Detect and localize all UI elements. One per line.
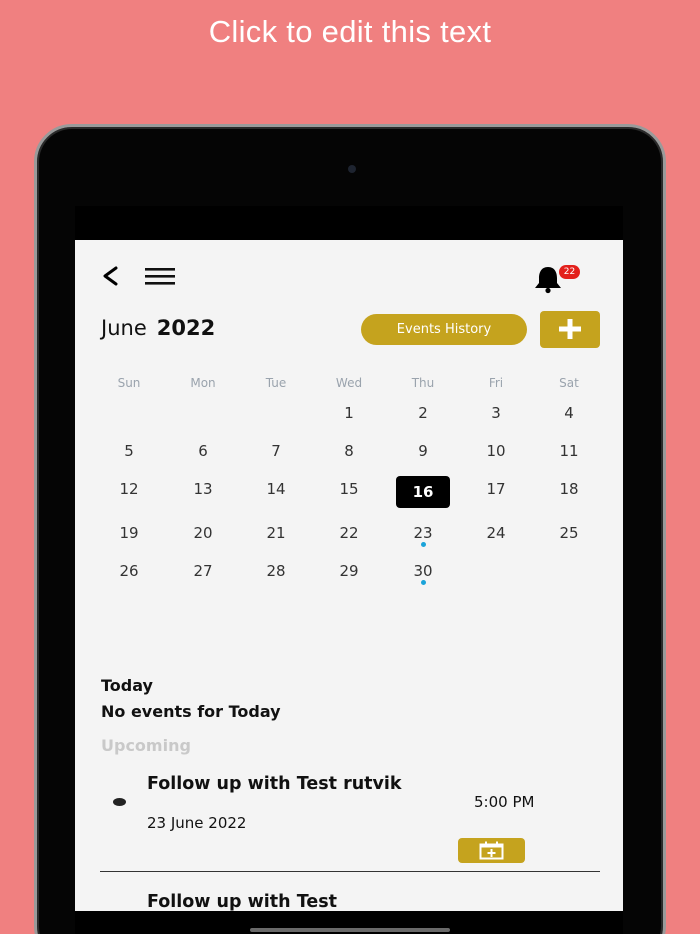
no-events-message: No events for Today xyxy=(101,702,281,721)
weekday-wed: Wed xyxy=(335,376,363,390)
home-indicator[interactable] xyxy=(250,928,450,932)
calendar-day[interactable]: 14 xyxy=(248,473,304,505)
calendar-day[interactable]: 29 xyxy=(321,555,377,587)
calendar-day[interactable]: 18 xyxy=(541,473,597,505)
calendar-day[interactable]: 12 xyxy=(101,473,157,505)
calendar-day[interactable]: 28 xyxy=(248,555,304,587)
calendar-day[interactable]: 1 xyxy=(321,397,377,429)
calendar-day[interactable]: 24 xyxy=(468,517,524,549)
calendar-day[interactable]: 20 xyxy=(175,517,231,549)
status-bar xyxy=(75,206,623,240)
calendar-day-selected[interactable]: 16 xyxy=(396,476,450,508)
app-screen: 22 June 2022 Events History Sun Mon Tue W… xyxy=(75,206,623,934)
plus-icon xyxy=(559,319,581,339)
calendar-day[interactable]: 8 xyxy=(321,435,377,467)
calendar-day[interactable]: 11 xyxy=(541,435,597,467)
event-title[interactable]: Follow up with Test xyxy=(147,892,337,912)
camera-icon xyxy=(348,165,356,173)
menu-icon[interactable] xyxy=(145,266,175,288)
weekday-thu: Thu xyxy=(411,376,435,390)
calendar-day[interactable]: 7 xyxy=(248,435,304,467)
weekday-mon: Mon xyxy=(190,376,216,390)
month-label: June xyxy=(101,316,147,340)
back-icon[interactable] xyxy=(99,264,123,288)
calendar-day[interactable]: 19 xyxy=(101,517,157,549)
events-history-button[interactable]: Events History xyxy=(361,314,527,345)
weekday-sat: Sat xyxy=(559,376,579,390)
calendar-day[interactable]: 25 xyxy=(541,517,597,549)
add-to-calendar-button[interactable] xyxy=(458,838,525,863)
add-event-button[interactable] xyxy=(540,311,600,348)
calendar-day[interactable]: 4 xyxy=(541,397,597,429)
upcoming-heading: Upcoming xyxy=(101,736,191,755)
promo-text[interactable]: Click to edit this text xyxy=(0,14,700,50)
calendar-day[interactable]: 5 xyxy=(101,435,157,467)
month-title: June 2022 xyxy=(101,316,215,340)
event-time: 5:00 PM xyxy=(474,793,535,811)
event-date: 23 June 2022 xyxy=(147,814,247,832)
event-bullet-icon xyxy=(113,798,126,806)
calendar-day[interactable]: 3 xyxy=(468,397,524,429)
calendar-plus-icon xyxy=(479,841,504,860)
today-heading: Today xyxy=(101,676,153,695)
calendar-day[interactable]: 15 xyxy=(321,473,377,505)
calendar-day[interactable]: 22 xyxy=(321,517,377,549)
calendar-day[interactable]: 13 xyxy=(175,473,231,505)
weekday-sun: Sun xyxy=(117,376,141,390)
calendar-day[interactable]: 9 xyxy=(395,435,451,467)
calendar-day[interactable]: 21 xyxy=(248,517,304,549)
calendar-day[interactable]: 27 xyxy=(175,555,231,587)
event-indicator-dot xyxy=(421,580,426,585)
weekday-tue: Tue xyxy=(265,376,287,390)
event-indicator-dot xyxy=(421,542,426,547)
calendar-day[interactable]: 6 xyxy=(175,435,231,467)
year-label: 2022 xyxy=(156,316,216,340)
event-title[interactable]: Follow up with Test rutvik xyxy=(147,775,407,794)
notification-badge: 22 xyxy=(559,265,580,279)
calendar-day[interactable]: 26 xyxy=(101,555,157,587)
calendar-day[interactable]: 17 xyxy=(468,473,524,505)
event-divider xyxy=(100,871,600,872)
weekday-fri: Fri xyxy=(488,376,504,390)
calendar-day[interactable]: 10 xyxy=(468,435,524,467)
calendar-day[interactable]: 2 xyxy=(395,397,451,429)
